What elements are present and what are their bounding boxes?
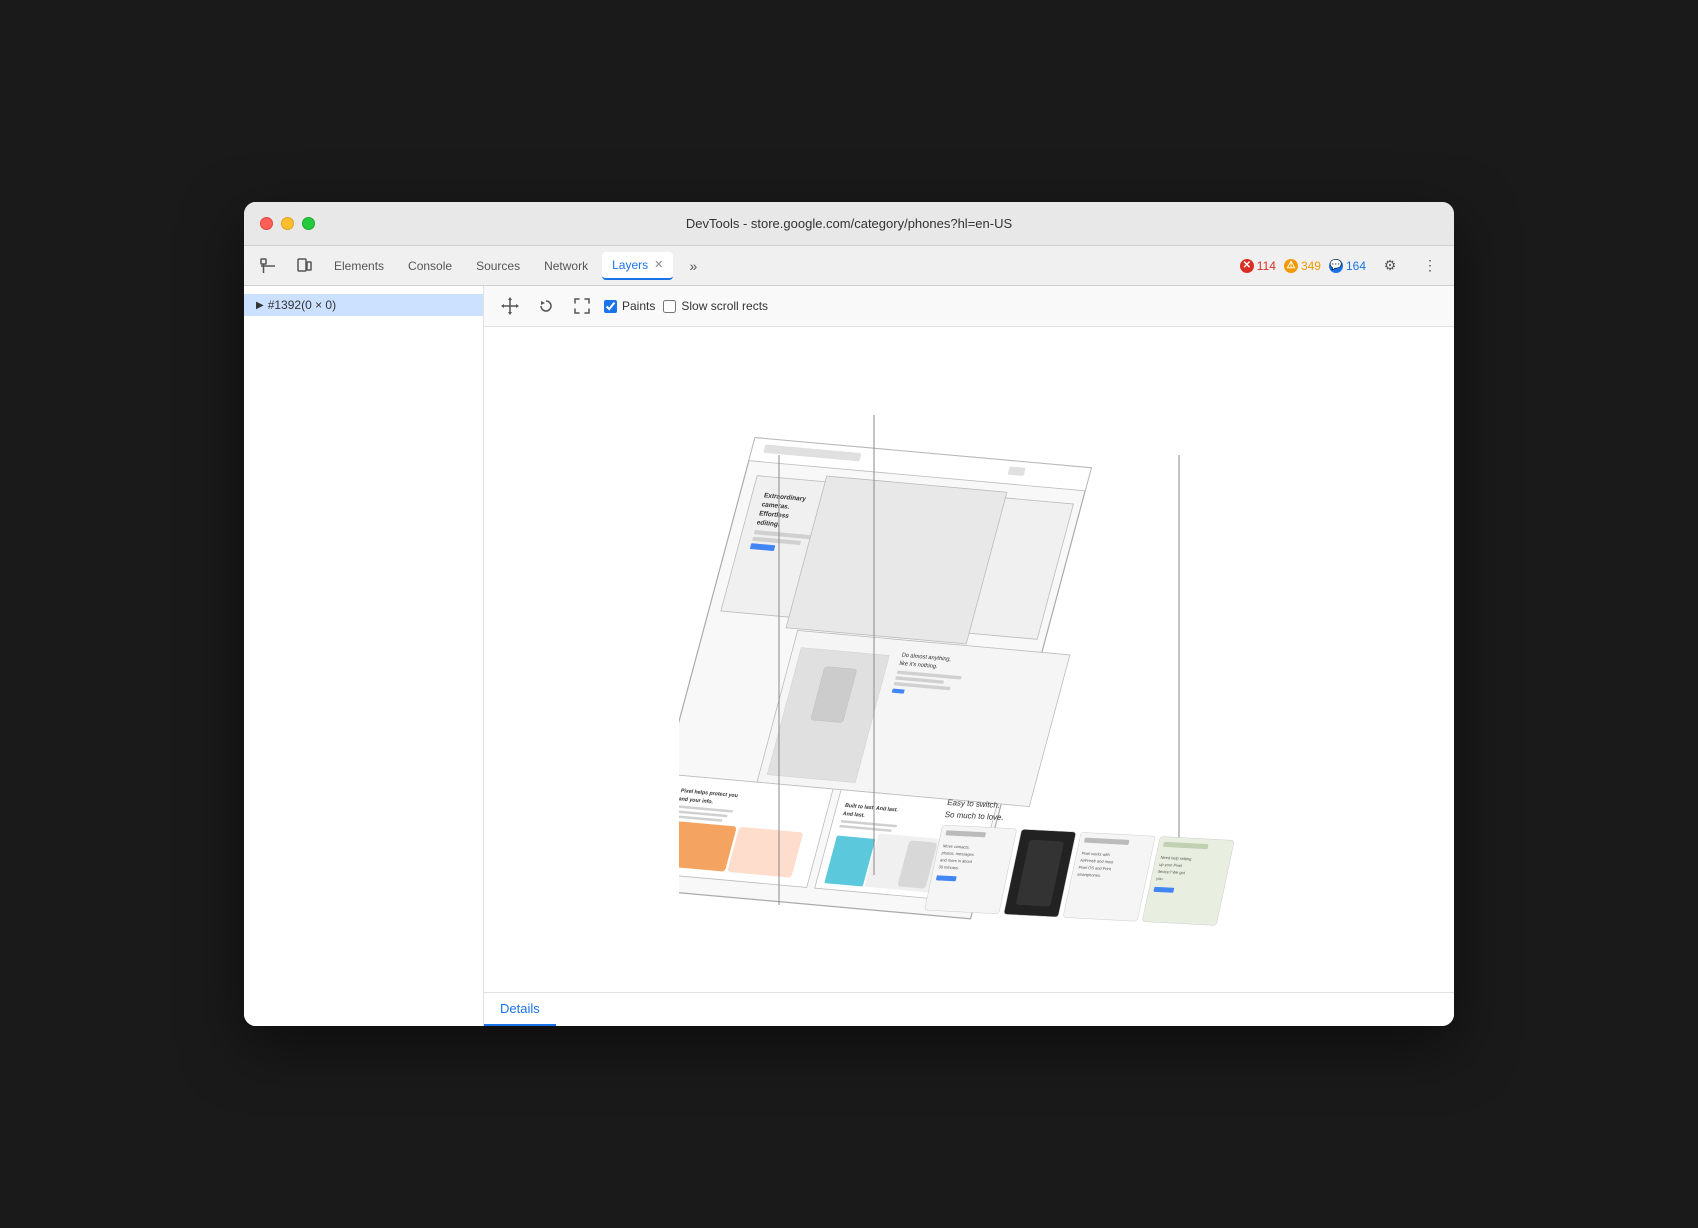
inspect-element-button[interactable] xyxy=(252,252,284,280)
devtools-window: DevTools - store.google.com/category/pho… xyxy=(244,202,1454,1026)
devtools-body: ▶ #1392(0 × 0) xyxy=(244,286,1454,1026)
window-title: DevTools - store.google.com/category/pho… xyxy=(686,216,1012,231)
layers-sidebar: ▶ #1392(0 × 0) xyxy=(244,286,484,1026)
device-toolbar-button[interactable] xyxy=(288,252,320,280)
tab-layers-close[interactable]: ✕ xyxy=(654,258,663,271)
close-button[interactable] xyxy=(260,217,273,230)
layers-visualization: Extraordinary cameras. Effortless editin… xyxy=(484,327,1454,992)
tab-elements[interactable]: Elements xyxy=(324,252,394,280)
warning-badge[interactable]: ⚠ 349 xyxy=(1284,259,1321,273)
rotate-tool-button[interactable] xyxy=(532,292,560,320)
layers-svg: Extraordinary cameras. Effortless editin… xyxy=(679,375,1259,945)
tab-network[interactable]: Network xyxy=(534,252,598,280)
tab-sources[interactable]: Sources xyxy=(466,252,530,280)
details-bar: Details xyxy=(484,992,1454,1026)
layers-canvas-area[interactable]: Extraordinary cameras. Effortless editin… xyxy=(484,327,1454,992)
error-badge[interactable]: ✕ 114 xyxy=(1240,259,1276,273)
more-tabs-button[interactable]: » xyxy=(677,252,709,280)
devtools-toolbar: Elements Console Sources Network Layers … xyxy=(244,246,1454,286)
settings-button[interactable]: ⚙ xyxy=(1374,252,1406,280)
traffic-lights xyxy=(260,217,315,230)
pan-tool-button[interactable] xyxy=(496,292,524,320)
layer-root-item[interactable]: ▶ #1392(0 × 0) xyxy=(244,294,483,316)
paints-checkbox[interactable] xyxy=(604,300,617,313)
info-icon: 💬 xyxy=(1329,259,1343,273)
layers-main-panel: Paints Slow scroll rects xyxy=(484,286,1454,1026)
slow-scroll-checkbox-label[interactable]: Slow scroll rects xyxy=(663,299,768,313)
info-badge[interactable]: 💬 164 xyxy=(1329,259,1366,273)
more-options-button[interactable]: ⋮ xyxy=(1414,252,1446,280)
svg-text:30 minutes.: 30 minutes. xyxy=(938,864,959,870)
layer-arrow: ▶ xyxy=(256,300,264,311)
tab-console[interactable]: Console xyxy=(398,252,462,280)
toolbar-right: ✕ 114 ⚠ 349 💬 164 ⚙ ⋮ xyxy=(1240,252,1446,280)
details-tab[interactable]: Details xyxy=(484,993,556,1026)
svg-text:you.: you. xyxy=(1156,875,1165,880)
maximize-button[interactable] xyxy=(302,217,315,230)
slow-scroll-checkbox[interactable] xyxy=(663,300,676,313)
title-bar: DevTools - store.google.com/category/pho… xyxy=(244,202,1454,246)
tab-layers[interactable]: Layers ✕ xyxy=(602,252,673,280)
layers-toolbar: Paints Slow scroll rects xyxy=(484,286,1454,327)
error-icon: ✕ xyxy=(1240,259,1254,273)
paints-checkbox-label[interactable]: Paints xyxy=(604,299,655,313)
fit-tool-button[interactable] xyxy=(568,292,596,320)
warning-icon: ⚠ xyxy=(1284,259,1298,273)
minimize-button[interactable] xyxy=(281,217,294,230)
